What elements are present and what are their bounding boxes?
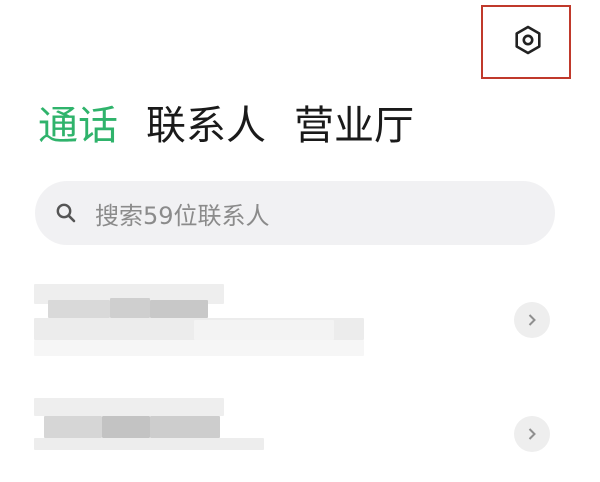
contact-row[interactable] <box>34 276 564 372</box>
tab-contacts[interactable]: 联系人 <box>146 98 266 154</box>
search-icon <box>56 203 76 223</box>
contact-detail-button[interactable] <box>514 416 550 452</box>
search-placeholder: 搜索59位联系人 <box>95 201 270 230</box>
chevron-right-icon <box>528 314 536 326</box>
settings-button[interactable] <box>481 5 571 79</box>
tab-service-hall[interactable]: 营业厅 <box>294 98 414 154</box>
contact-row[interactable] <box>34 386 564 482</box>
contact-detail-button[interactable] <box>514 302 550 338</box>
chevron-right-icon <box>528 428 536 440</box>
search-bar[interactable]: 搜索59位联系人 <box>35 181 555 245</box>
top-tabs: 通话 联系人 营业厅 <box>38 98 414 154</box>
gear-icon <box>515 25 541 55</box>
tab-calls[interactable]: 通话 <box>38 98 118 154</box>
